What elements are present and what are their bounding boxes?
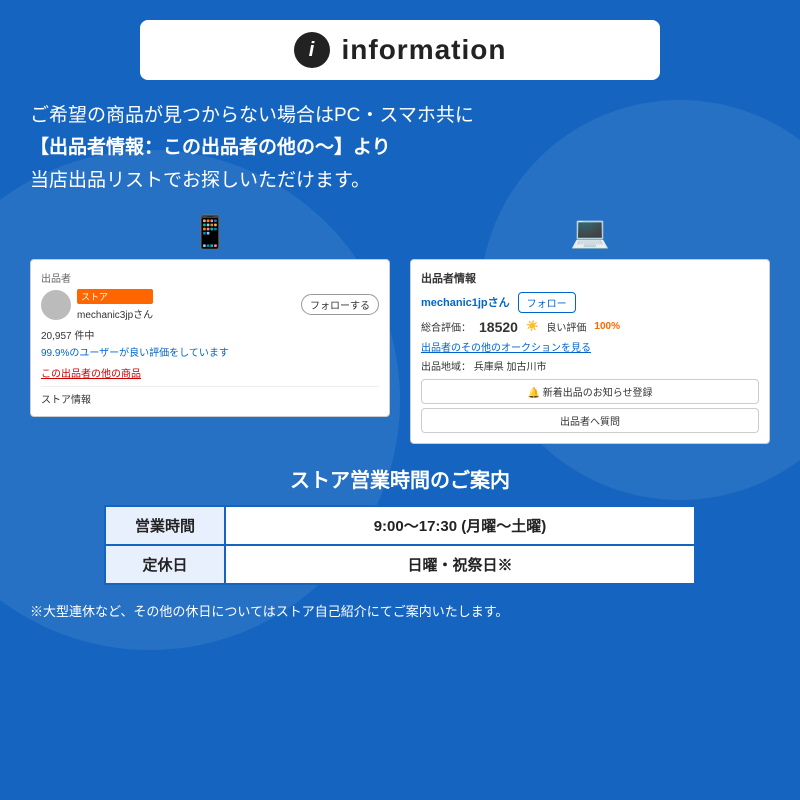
right-follow-btn[interactable]: フォロー [518, 292, 576, 313]
info-header: i information [140, 20, 660, 80]
notify-btn[interactable]: 🔔 新着出品のお知らせ登録 [421, 379, 759, 404]
info-icon: i [294, 32, 330, 68]
rating-num: 18520 [479, 319, 518, 335]
main-container: i information ご希望の商品が見つからない場合はPC・スマホ共に 【… [0, 0, 800, 640]
hours-row-1: 営業時間 9:00〜17:30 (月曜〜土曜) [105, 506, 695, 545]
rating-label: 総合評価： [421, 319, 471, 334]
hours-section: ストア営業時間のご案内 営業時間 9:00〜17:30 (月曜〜土曜) 定休日 … [30, 464, 770, 585]
footer-note: ※大型連休など、その他の休日についてはストア自己紹介にてご案内いたします。 [30, 601, 770, 620]
left-seller-info: ストア mechanic3jpさん [41, 289, 153, 321]
good-percent: 100% [594, 321, 620, 332]
hours-table: 営業時間 9:00〜17:30 (月曜〜土曜) 定休日 日曜・祝祭日※ [104, 505, 696, 585]
seller-avatar [41, 290, 71, 320]
smartphone-icon: 📱 [190, 213, 230, 251]
main-text-line1: ご希望の商品が見つからない場合はPC・スマホ共に [30, 105, 474, 126]
review-percent: 99.9%のユーザーが良い評価をしています [41, 344, 379, 359]
main-text-line3: 当店出品リストでお探しいただけます。 [30, 170, 370, 191]
rating-row: 総合評価： 18520 ☀️ 良い評価 100% [421, 319, 759, 335]
right-seller-name: mechanic1jpさん [421, 294, 510, 310]
smartphone-col: 📱 出品者 ストア mechanic3jpさん フォローする 20,957 件中… [30, 213, 390, 417]
auction-link[interactable]: 出品者のその他のオークションを見る [421, 339, 759, 354]
right-seller-row: mechanic1jpさん フォロー [421, 292, 759, 313]
pc-icon: 💻 [570, 213, 610, 251]
right-panel-title: 出品者情報 [421, 270, 759, 286]
location-label: 出品地域： [421, 362, 471, 373]
screenshots-row: 📱 出品者 ストア mechanic3jpさん フォローする 20,957 件中… [30, 213, 770, 444]
left-panel: 出品者 ストア mechanic3jpさん フォローする 20,957 件中 9… [30, 259, 390, 417]
location-text: 出品地域： 兵庫県 加古川市 [421, 358, 759, 373]
sun-icon: ☀️ [526, 321, 538, 332]
other-items-link[interactable]: この出品者の他の商品 [41, 365, 379, 380]
review-count: 20,957 件中 [41, 327, 379, 342]
left-seller-details: ストア mechanic3jpさん [77, 289, 153, 321]
right-panel: 出品者情報 mechanic1jpさん フォロー 総合評価： 18520 ☀️ … [410, 259, 770, 444]
main-text-line2: 【出品者情報：この出品者の他の〜】より [30, 137, 391, 158]
hours-row1-label: 営業時間 [105, 506, 225, 545]
hours-row2-label: 定休日 [105, 545, 225, 584]
main-text-block: ご希望の商品が見つからない場合はPC・スマホ共に 【出品者情報：この出品者の他の… [30, 100, 770, 197]
left-seller-name: mechanic3jpさん [77, 306, 153, 321]
left-panel-label: 出品者 [41, 270, 379, 285]
hours-row1-value: 9:00〜17:30 (月曜〜土曜) [225, 506, 695, 545]
left-follow-btn[interactable]: フォローする [301, 294, 379, 315]
left-seller-row: ストア mechanic3jpさん フォローする [41, 289, 379, 321]
store-badge: ストア [77, 289, 153, 304]
hours-row2-value-text: 日曜・祝祭日※ [407, 557, 512, 574]
good-label: 良い評価 [546, 319, 586, 334]
location-value: 兵庫県 加古川市 [474, 362, 547, 373]
hours-row-2: 定休日 日曜・祝祭日※ [105, 545, 695, 584]
question-btn[interactable]: 出品者へ質問 [421, 408, 759, 433]
hours-row2-value: 日曜・祝祭日※ [225, 545, 695, 584]
hours-row1-value-text: 9:00〜17:30 (月曜〜土曜) [374, 518, 547, 535]
hours-title: ストア営業時間のご案内 [30, 464, 770, 493]
info-title: information [342, 34, 507, 66]
store-info-label: ストア情報 [41, 386, 379, 406]
pc-col: 💻 出品者情報 mechanic1jpさん フォロー 総合評価： 18520 ☀… [410, 213, 770, 444]
